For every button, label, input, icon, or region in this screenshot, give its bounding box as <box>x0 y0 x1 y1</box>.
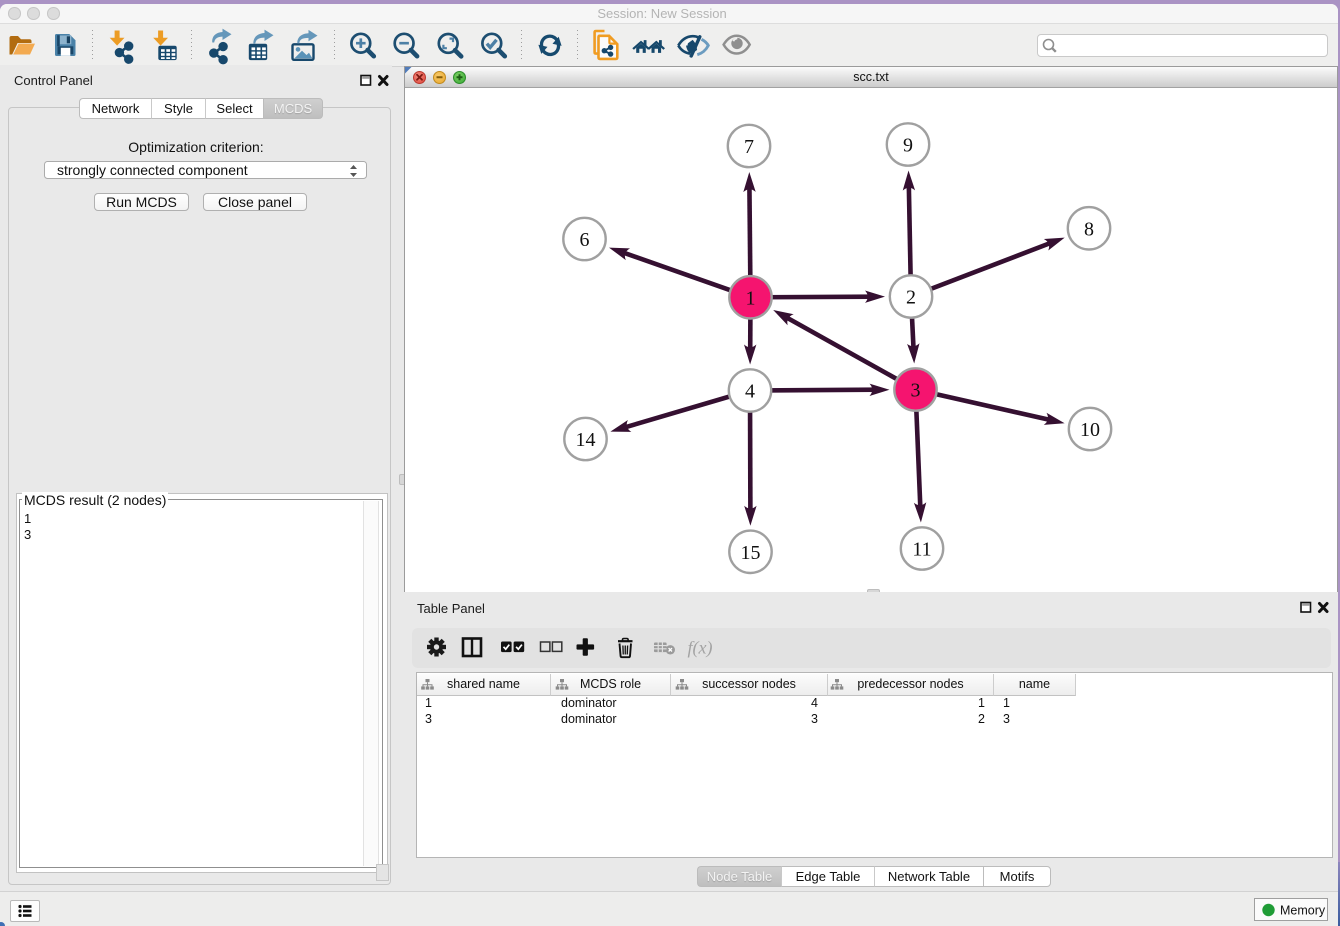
svg-text:2: 2 <box>906 287 916 309</box>
svg-text:9: 9 <box>903 135 913 157</box>
svg-text:Memory: Memory <box>1280 904 1326 918</box>
svg-text:11: 11 <box>912 539 931 561</box>
svg-text:1: 1 <box>746 287 756 309</box>
svg-text:10: 10 <box>1080 419 1100 441</box>
svg-text:14: 14 <box>576 429 596 451</box>
svg-text:7: 7 <box>744 136 754 158</box>
svg-text:6: 6 <box>580 229 590 251</box>
svg-text:15: 15 <box>741 542 761 564</box>
svg-text:3: 3 <box>911 380 921 402</box>
svg-text:8: 8 <box>1084 218 1094 240</box>
svg-text:f(x): f(x) <box>688 638 713 659</box>
svg-text:4: 4 <box>745 381 755 403</box>
